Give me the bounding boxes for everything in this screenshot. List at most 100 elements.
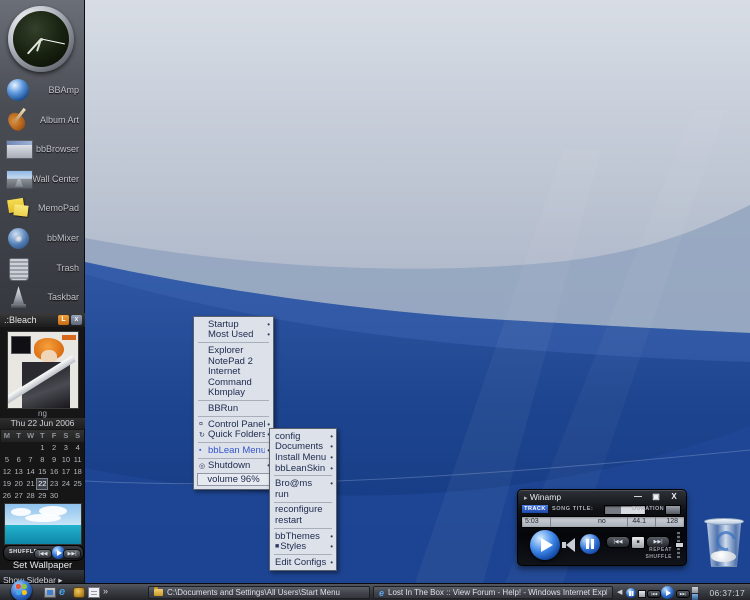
calendar-day-cell[interactable]: 22	[36, 478, 48, 490]
menu-item-styles[interactable]: ■Styles•	[270, 541, 336, 552]
calendar-day-cell[interactable]: 18	[72, 466, 84, 478]
tray-media-stop-button[interactable]	[638, 590, 646, 598]
menu-item-bbleanskin[interactable]: bbLeanSkin•	[270, 463, 336, 474]
calendar-day-cell[interactable]: 19	[1, 478, 13, 490]
menu-item-install-menu[interactable]: Install Menu•	[270, 452, 336, 463]
dock-item-trash[interactable]: Trash	[0, 254, 85, 283]
calendar-day-cell[interactable]: 7	[25, 454, 37, 466]
menu-item-command[interactable]: Command	[194, 377, 273, 388]
winamp-pause-button[interactable]	[580, 534, 600, 554]
calendar-day-cell[interactable]: 21	[25, 478, 37, 490]
calendar-day-cell[interactable]: 14	[25, 466, 37, 478]
quicklaunch-overflow-chevron[interactable]: »	[103, 586, 108, 596]
winamp-shuffle-label[interactable]: SHUFFLE	[645, 554, 672, 560]
dock-item-taskbar[interactable]: Taskbar	[0, 283, 85, 312]
calendar-day-cell[interactable]: 3	[60, 442, 72, 454]
menu-item-shutdown[interactable]: ◎Shutdown•	[194, 461, 273, 472]
calendar-day-cell[interactable]: 12	[1, 466, 13, 478]
calendar-day-cell[interactable]: 26	[1, 490, 13, 502]
menu-item-explorer[interactable]: Explorer	[194, 345, 273, 356]
calendar-day-cell[interactable]: 23	[48, 478, 60, 490]
start-button[interactable]	[11, 580, 32, 600]
tray-media-previous-button[interactable]: |◀◀	[647, 590, 661, 598]
calendar-day-cell[interactable]	[60, 490, 72, 502]
calendar-day-cell[interactable]: 4	[72, 442, 84, 454]
winamp-previous-button[interactable]: |◀◀	[606, 536, 630, 548]
beach-wallpaper-thumbnail[interactable]	[4, 503, 82, 545]
quicklaunch-app-icon[interactable]	[73, 587, 85, 598]
winamp-maximize-button[interactable]: ▣	[650, 492, 662, 501]
bleach-panel-minimize-button[interactable]: L	[58, 315, 69, 325]
winamp-stop-button[interactable]: ■	[631, 536, 645, 549]
menu-item-notepad-2[interactable]: NotePad 2	[194, 356, 273, 367]
wallpaper-next-button[interactable]: ▶▶|	[63, 549, 81, 559]
menu-item-volume-96-[interactable]: volume 96%	[197, 473, 270, 486]
calendar-day-cell[interactable]: 10	[60, 454, 72, 466]
calendar-day-cell[interactable]: 13	[13, 466, 25, 478]
calendar-day-cell[interactable]: 24	[60, 478, 72, 490]
calendar-day-cell[interactable]	[1, 442, 13, 454]
menu-item-bbthemes[interactable]: bbThemes•	[270, 531, 336, 542]
calendar-day-cell[interactable]: 8	[36, 454, 48, 466]
calendar-day-cell[interactable]: 1	[36, 442, 48, 454]
show-sidebar-button[interactable]: Show Sidebar ▸	[0, 570, 85, 583]
menu-item-edit-configs[interactable]: Edit Configs•	[270, 557, 336, 568]
menu-item-control-panel[interactable]: ¤Control Panel•	[194, 419, 273, 430]
calendar-day-cell[interactable]: 9	[48, 454, 60, 466]
calendar-day-cell[interactable]: 28	[25, 490, 37, 502]
calendar-day-cell[interactable]: 16	[48, 466, 60, 478]
quicklaunch-notepad-icon[interactable]	[88, 587, 100, 598]
calendar-day-cell[interactable]: 25	[72, 478, 84, 490]
tray-media-next-button[interactable]: ▶▶|	[676, 590, 690, 598]
dock-item-bbbrowser[interactable]: bbBrowser	[0, 135, 85, 164]
menu-item-kbmplay[interactable]: Kbmplay	[194, 388, 273, 399]
winamp-minimize-button[interactable]: —	[632, 492, 644, 501]
menu-item-most-used[interactable]: Most Used•	[194, 330, 273, 341]
menu-item-startup[interactable]: Startup•	[194, 319, 273, 330]
bleach-panel-close-button[interactable]: x	[71, 315, 82, 325]
menu-item-config[interactable]: config•	[270, 431, 336, 442]
menu-item-bbrun[interactable]: BBRun	[194, 403, 273, 414]
menu-item-quick-folders[interactable]: ↻Quick Folders•	[194, 429, 273, 440]
winamp-window[interactable]: ▸ Winamp — ▣ X TRACK SONG TITLE: DURATIO…	[517, 489, 687, 566]
dock-item-bbmixer[interactable]: bbMixer	[0, 224, 85, 253]
calendar-day-cell[interactable]	[13, 442, 25, 454]
quicklaunch-show-desktop-icon[interactable]	[44, 587, 56, 598]
calendar-day-cell[interactable]: 17	[60, 466, 72, 478]
dock-item-wall-center[interactable]: Wall Center	[0, 165, 85, 194]
menu-item-reconfigure[interactable]: reconfigure	[270, 505, 336, 516]
dock-item-album-art[interactable]: Album Art	[0, 106, 85, 135]
calendar-day-cell[interactable]: 30	[48, 490, 60, 502]
dock-item-memopad[interactable]: MemoPad	[0, 194, 85, 223]
calendar-day-cell[interactable]: 11	[72, 454, 84, 466]
recycle-bin-icon[interactable]	[702, 517, 746, 569]
menu-item-internet[interactable]: Internet	[194, 366, 273, 377]
tray-media-play-button[interactable]	[661, 586, 674, 599]
calendar-day-cell[interactable]: 15	[36, 466, 48, 478]
calendar-day-cell[interactable]: 2	[48, 442, 60, 454]
dock-item-bbamp[interactable]: BBAmp	[0, 76, 85, 105]
menu-item-bro-ms[interactable]: Bro@ms•	[270, 478, 336, 489]
menu-item-restart[interactable]: restart	[270, 515, 336, 526]
calendar-day-cell[interactable]: 6	[13, 454, 25, 466]
winamp-play-button[interactable]	[530, 530, 560, 560]
winamp-repeat-label[interactable]: REPEAT	[649, 547, 672, 553]
calendar-day-cell[interactable]: 27	[13, 490, 25, 502]
menu-item-bblean-menu[interactable]: ▪bbLean Menu•	[194, 445, 273, 456]
calendar-day-cell[interactable]	[72, 490, 84, 502]
calendar-day-cell[interactable]	[25, 442, 37, 454]
taskbar-task-internet-explorer[interactable]: e Lost In The Box :: View Forum - Help! …	[373, 586, 613, 599]
menu-item-documents[interactable]: Documents•	[270, 442, 336, 453]
winamp-volume-slider[interactable]	[677, 532, 680, 560]
tray-collapse-arrow[interactable]: ◀	[617, 588, 622, 596]
tray-icon[interactable]	[691, 593, 699, 600]
tray-media-pause-button[interactable]	[626, 588, 636, 598]
analog-clock-widget[interactable]	[8, 6, 74, 72]
quicklaunch-internet-explorer-icon[interactable]: e	[59, 587, 71, 598]
calendar-day-cell[interactable]: 20	[13, 478, 25, 490]
calendar-day-cell[interactable]: 29	[36, 490, 48, 502]
wallpaper-prev-button[interactable]: |◀◀	[34, 549, 52, 559]
menu-item-run[interactable]: run	[270, 489, 336, 500]
winamp-close-button[interactable]: X	[668, 492, 680, 501]
calendar-day-cell[interactable]: 5	[1, 454, 13, 466]
